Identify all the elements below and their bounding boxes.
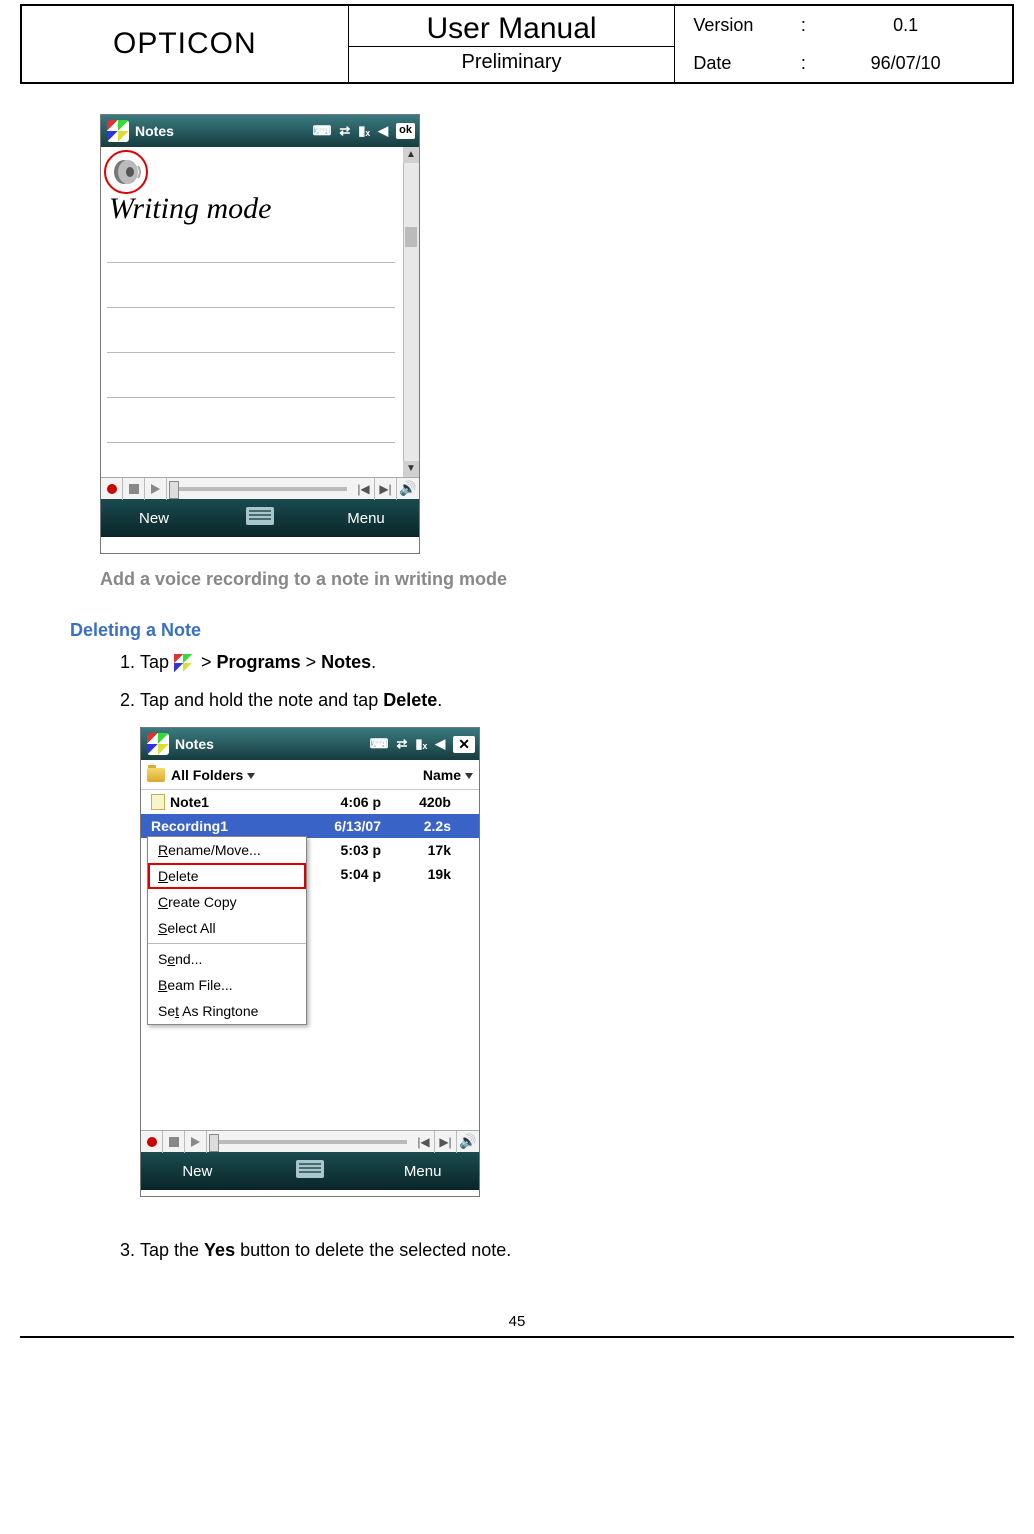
menu-delete[interactable]: Delete — [148, 863, 306, 889]
keyboard-toggle[interactable] — [254, 1160, 367, 1182]
playback-slider[interactable] — [173, 487, 347, 491]
record-button[interactable] — [141, 1131, 163, 1153]
record-button[interactable] — [101, 478, 123, 500]
notes-app-screenshot-list: Notes ⌨ ⇄ ▮ₓ ◀ ✕ All Folders Name Note1 … — [140, 727, 480, 1197]
connectivity-icon[interactable]: ⇄ — [396, 736, 407, 753]
step-2: Tap and hold the note and tap Delete. — [140, 687, 974, 713]
title-bar-title: Notes — [135, 123, 174, 139]
start-icon[interactable] — [147, 733, 169, 755]
next-button[interactable]: ▶| — [375, 478, 397, 500]
softkey-bar: New Menu — [141, 1152, 479, 1190]
next-button[interactable]: ▶| — [435, 1131, 457, 1153]
input-method-icon[interactable]: ⌨ — [370, 736, 389, 753]
scrollbar[interactable]: ▲ ▼ — [403, 147, 419, 477]
start-icon[interactable] — [107, 120, 129, 142]
title-bar: Notes ⌨ ⇄ ▮ₓ ◀ ✕ — [141, 728, 479, 760]
note-canvas[interactable]: Writing mode ▲ ▼ — [101, 147, 419, 477]
close-button[interactable]: ✕ — [453, 736, 475, 753]
volume-icon[interactable]: ◀ — [435, 736, 445, 753]
play-button[interactable] — [185, 1131, 207, 1153]
softkey-bar: New Menu — [101, 499, 419, 537]
playback-slider[interactable] — [213, 1140, 407, 1144]
softkey-new[interactable]: New — [101, 510, 207, 527]
stop-button[interactable] — [123, 478, 145, 500]
file-row[interactable]: Note1 4:06 p 420b — [141, 790, 479, 814]
signal-icon[interactable]: ▮ₓ — [358, 123, 370, 139]
brand-label: OPTICON — [113, 27, 257, 61]
play-button[interactable] — [145, 478, 167, 500]
speaker-icon[interactable]: 🔊 — [457, 1133, 479, 1150]
start-icon-inline — [174, 654, 192, 672]
menu-select-all[interactable]: Select All — [148, 915, 306, 941]
folder-bar: All Folders Name — [141, 760, 479, 790]
menu-send[interactable]: Send... — [148, 946, 306, 972]
keyboard-toggle[interactable] — [207, 507, 313, 529]
step-1: Tap > Programs > Notes. — [140, 649, 974, 675]
doc-title: User Manual — [349, 10, 675, 46]
connectivity-icon[interactable]: ⇄ — [339, 123, 350, 139]
sort-dropdown[interactable]: Name — [423, 767, 473, 783]
signal-icon[interactable]: ▮ₓ — [415, 736, 427, 753]
footer-rule — [20, 1336, 1014, 1338]
menu-beam[interactable]: Beam File... — [148, 972, 306, 998]
softkey-menu[interactable]: Menu — [313, 510, 419, 527]
stop-button[interactable] — [163, 1131, 185, 1153]
menu-ringtone[interactable]: Set As Ringtone — [148, 998, 306, 1024]
menu-create-copy[interactable]: Create Copy — [148, 889, 306, 915]
date-key: Date — [693, 53, 793, 74]
note-icon — [151, 794, 165, 810]
handwritten-text: Writing mode — [109, 192, 272, 226]
date-value: 96/07/10 — [813, 53, 998, 74]
file-list: Note1 4:06 p 420b Recording1 6/13/07 2.2… — [141, 790, 479, 1130]
scroll-up-button[interactable]: ▲ — [403, 147, 419, 163]
document-header: OPTICON User Manual Preliminary Version … — [20, 4, 1014, 84]
notes-app-screenshot-writing: Notes ⌨ ⇄ ▮ₓ ◀ ok Writing mode — [100, 114, 420, 554]
folder-dropdown[interactable]: All Folders — [171, 767, 255, 783]
scroll-thumb[interactable] — [405, 227, 417, 247]
doc-subtitle: Preliminary — [349, 46, 675, 78]
figure-caption: Add a voice recording to a note in writi… — [100, 569, 974, 590]
speaker-icon[interactable]: 🔊 — [397, 480, 419, 497]
step-3: Tap the Yes button to delete the selecte… — [140, 1237, 974, 1263]
menu-rename[interactable]: Rename/Move... — [148, 837, 306, 863]
title-bar: Notes ⌨ ⇄ ▮ₓ ◀ ok — [101, 115, 419, 147]
section-heading: Deleting a Note — [70, 620, 974, 641]
softkey-menu[interactable]: Menu — [366, 1163, 479, 1180]
input-method-icon[interactable]: ⌨ — [313, 123, 332, 139]
softkey-new[interactable]: New — [141, 1163, 254, 1180]
version-value: 0.1 — [813, 15, 998, 36]
version-key: Version — [693, 15, 793, 36]
recording-toolbar: |◀ ▶| 🔊 — [101, 477, 419, 499]
prev-button[interactable]: |◀ — [413, 1131, 435, 1153]
volume-icon[interactable]: ◀ — [378, 123, 388, 139]
title-bar-title: Notes — [175, 736, 214, 752]
recording-icon[interactable] — [106, 152, 146, 192]
file-row-selected[interactable]: Recording1 6/13/07 2.2s — [141, 814, 479, 838]
recording-toolbar: |◀ ▶| 🔊 — [141, 1130, 479, 1152]
context-menu: Rename/Move... Delete Create Copy Select… — [147, 836, 307, 1025]
prev-button[interactable]: |◀ — [353, 478, 375, 500]
scroll-down-button[interactable]: ▼ — [403, 461, 419, 477]
page-number: 45 — [0, 1313, 1034, 1330]
folder-icon — [147, 768, 165, 782]
ok-button[interactable]: ok — [396, 123, 415, 139]
